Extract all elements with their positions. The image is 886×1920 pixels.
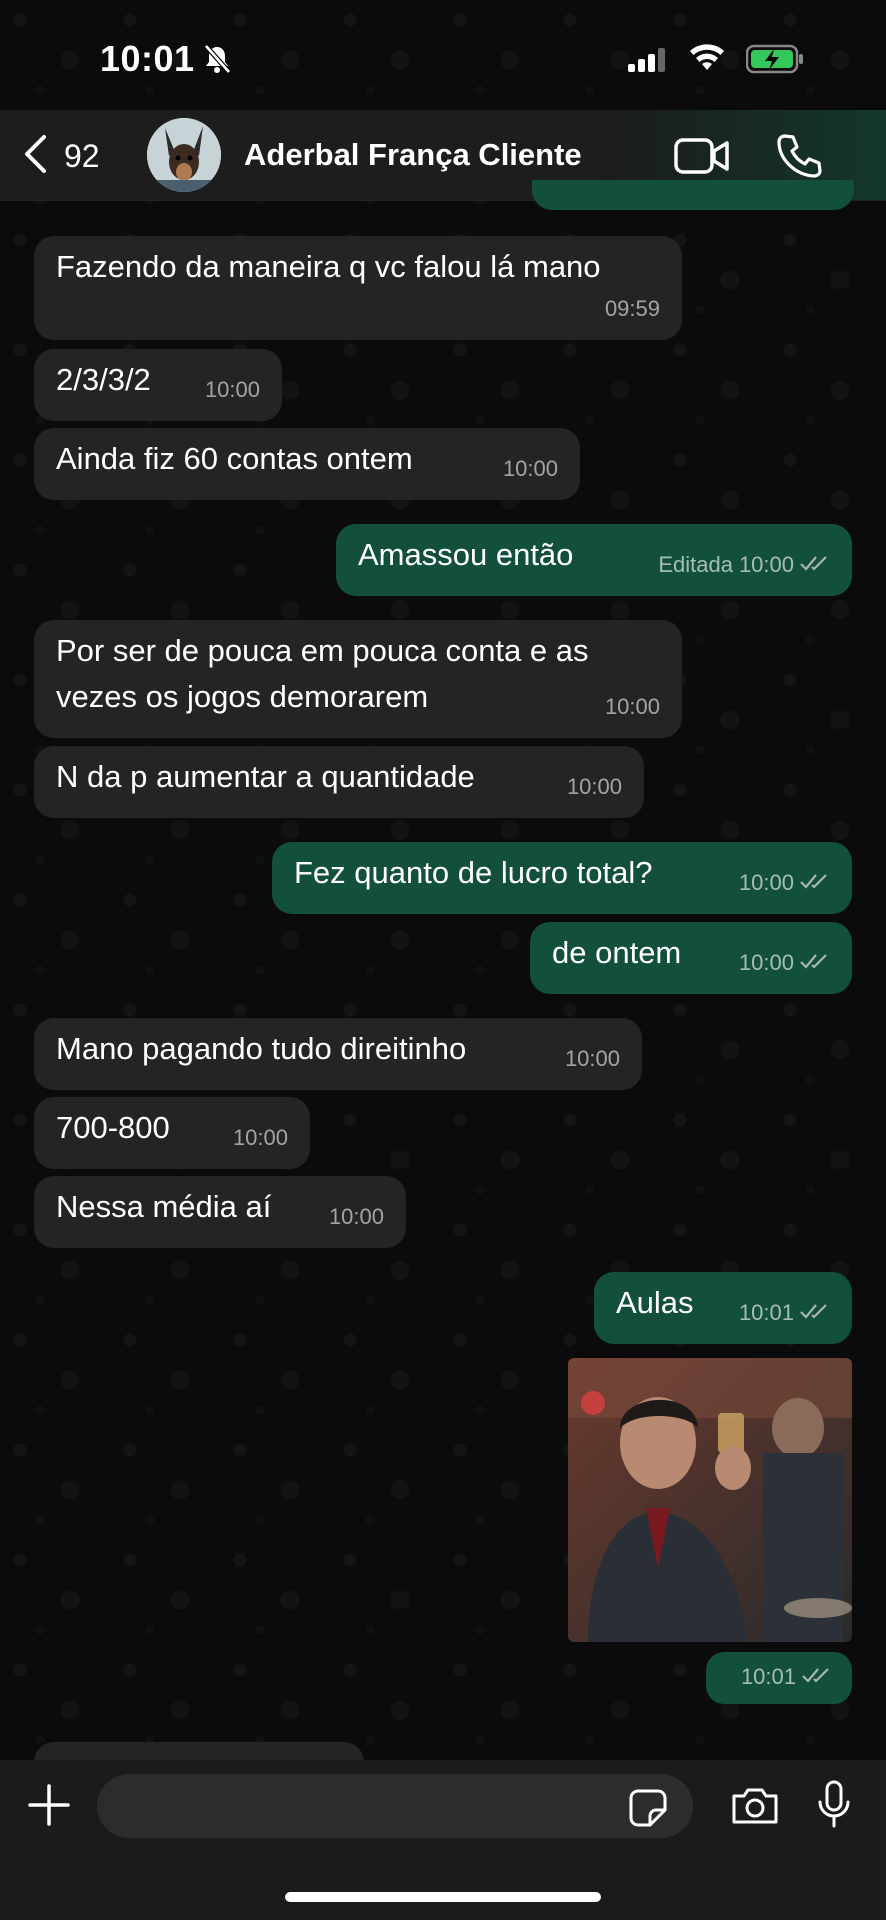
video-camera-icon: [674, 138, 730, 180]
message-text: Nessa média aí: [56, 1189, 272, 1224]
message-time: 10:00: [503, 446, 558, 492]
message-incoming[interactable]: Ainda fiz 60 contas ontem 10:00: [34, 428, 580, 500]
message-incoming[interactable]: N da p aumentar a quantidade 10:00: [34, 746, 644, 818]
message-time: 10:00: [233, 1115, 288, 1161]
time-label: 10:00: [604, 694, 660, 719]
time-label: 10:00: [502, 456, 558, 481]
bell-slash-icon: [203, 44, 231, 79]
message-meta: Editada 10:00: [658, 542, 830, 588]
time-label: 10:00: [738, 950, 794, 975]
message-outgoing[interactable]: Aulas 10:01: [594, 1272, 852, 1344]
message-time: 10:00: [565, 1036, 620, 1082]
sticker-button[interactable]: [628, 1788, 668, 1833]
read-receipt-icon: [800, 860, 830, 906]
message-incoming[interactable]: 2/3/3/2 10:00: [34, 349, 282, 421]
message-text: Fazendo da maneira q vc falou lá mano: [56, 249, 601, 284]
time-label: 10:00: [328, 1204, 384, 1229]
camera-button[interactable]: [730, 1786, 780, 1831]
message-outgoing[interactable]: Amassou então Editada 10:00: [336, 524, 852, 596]
time-label: 10:01: [738, 1300, 794, 1325]
status-bar: 10:01: [0, 0, 886, 120]
message-text: Mano pagando tudo direitinho: [56, 1031, 467, 1066]
message-time: 09:59: [605, 286, 660, 332]
message-meta: 10:00: [739, 860, 830, 906]
message-incoming-partial: [34, 1742, 364, 1762]
message-meta: 10:01: [741, 1664, 832, 1690]
message-input[interactable]: [97, 1774, 693, 1838]
read-receipt-icon: [800, 940, 830, 986]
microphone-button[interactable]: [816, 1780, 852, 1835]
message-meta: 10:00: [739, 940, 830, 986]
message-bubble-outgoing-partial: [532, 180, 854, 210]
wifi-icon: [688, 42, 726, 77]
time-label: 10:00: [566, 774, 622, 799]
read-receipt-icon: [800, 1290, 830, 1336]
message-text: Aulas: [616, 1285, 694, 1320]
battery-charging-icon: [745, 44, 806, 79]
status-time: 10:01: [100, 38, 195, 79]
message-time: 10:00: [605, 684, 660, 730]
home-indicator[interactable]: [285, 1892, 601, 1902]
photo-timestamp: 10:01: [706, 1652, 852, 1704]
message-text: Amassou então: [358, 537, 574, 572]
message-text: de ontem: [552, 935, 682, 970]
message-outgoing[interactable]: de ontem 10:00: [530, 922, 852, 994]
message-meta: 10:01: [739, 1290, 830, 1336]
message-incoming[interactable]: Nessa média aí 10:00: [34, 1176, 406, 1248]
message-time: 10:00: [329, 1194, 384, 1240]
message-text: Ainda fiz 60 contas ontem: [56, 441, 413, 476]
time-label: 09:59: [604, 296, 660, 321]
microphone-icon: [816, 1780, 852, 1834]
message-text: Fez quanto de lucro total?: [294, 855, 653, 890]
contact-avatar[interactable]: [147, 118, 221, 192]
attach-button[interactable]: [26, 1782, 72, 1833]
read-receipt-icon: [802, 1664, 832, 1690]
edited-label: Editada: [658, 552, 733, 577]
chevron-left-icon: [22, 134, 48, 179]
photo-image: [568, 1358, 852, 1642]
read-receipt-icon: [800, 542, 830, 588]
camera-icon: [730, 1788, 780, 1830]
message-incoming[interactable]: Por ser de pouca em pouca conta e as vez…: [34, 620, 682, 738]
unread-count: 92: [64, 137, 100, 174]
time-label: 10:00: [204, 377, 260, 402]
contact-name[interactable]: Aderbal França Cliente: [244, 137, 582, 173]
voice-call-button[interactable]: [776, 132, 822, 183]
message-time: 10:00: [205, 367, 260, 413]
message-text: N da p aumentar a quantidade: [56, 759, 475, 794]
time-label: 10:01: [740, 1664, 796, 1689]
time-label: 10:00: [738, 870, 794, 895]
message-text: Por ser de pouca em pouca conta e as vez…: [56, 633, 589, 714]
back-button[interactable]: 92: [22, 134, 100, 178]
message-text: 2/3/3/2: [56, 362, 151, 397]
sticker-icon: [628, 1789, 668, 1832]
time-label: 10:00: [232, 1125, 288, 1150]
video-call-button[interactable]: [674, 136, 730, 181]
message-incoming[interactable]: Fazendo da maneira q vc falou lá mano 09…: [34, 236, 682, 340]
message-incoming[interactable]: Mano pagando tudo direitinho 10:00: [34, 1018, 642, 1090]
time-label: 10:00: [564, 1046, 620, 1071]
photo-message[interactable]: [568, 1358, 852, 1642]
message-time: 10:00: [567, 764, 622, 810]
message-incoming[interactable]: 700-800 10:00: [34, 1097, 310, 1169]
time-label: 10:00: [738, 552, 794, 577]
cellular-signal-icon: [628, 48, 668, 77]
plus-icon: [26, 1784, 72, 1832]
message-outgoing[interactable]: Fez quanto de lucro total? 10:00: [272, 842, 852, 914]
message-text: 700-800: [56, 1110, 170, 1145]
